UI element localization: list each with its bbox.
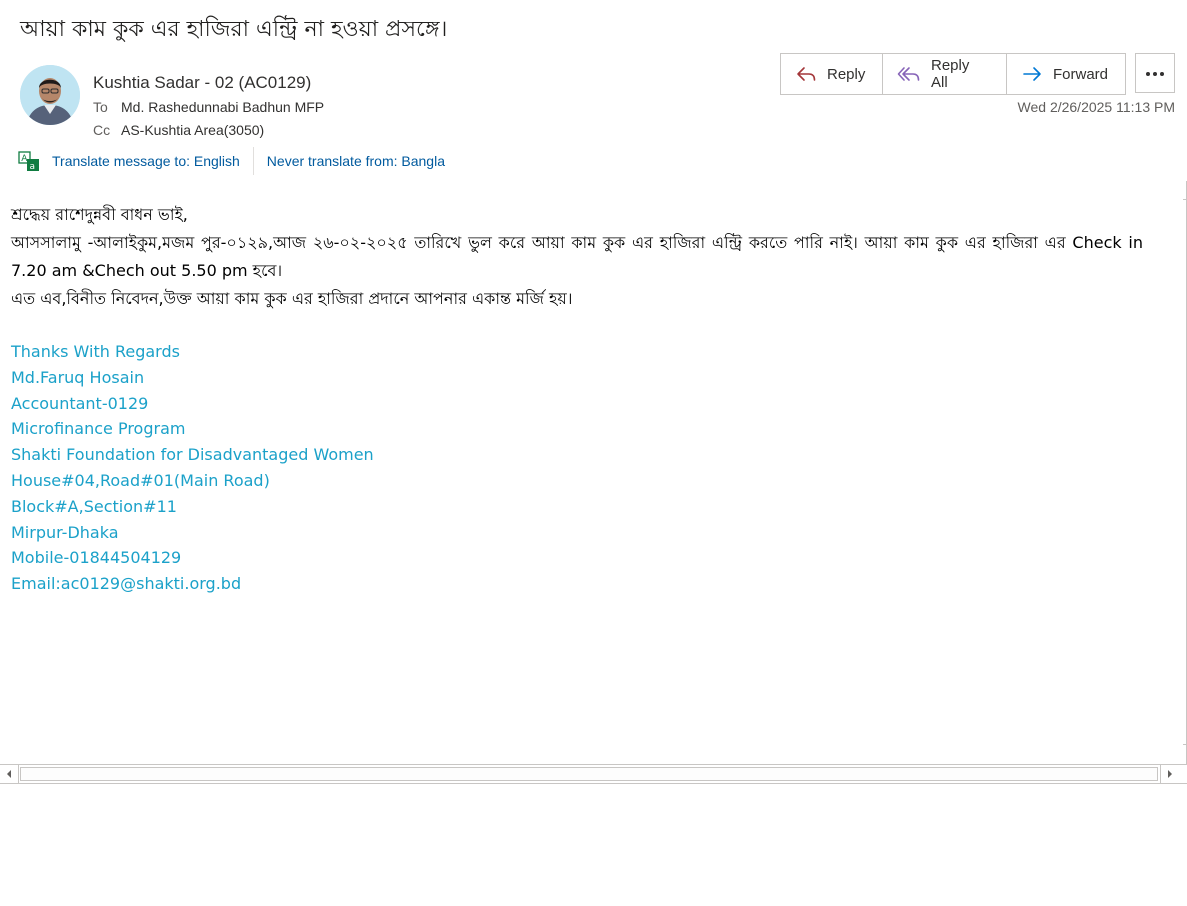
to-row: To Md. Rashedunnabi Badhun MFP [93, 99, 324, 115]
signature-line: Mobile-01844504129 [11, 548, 182, 568]
translate-divider [252, 147, 254, 175]
vertical-scrollbar-edge [1183, 744, 1187, 745]
avatar-photo [20, 65, 80, 125]
more-horizontal-icon [1145, 64, 1165, 82]
signature-line: Thanks With Regards [11, 342, 180, 361]
signature-line: Shakti Foundation for Disadvantaged Wome… [11, 445, 374, 465]
reply-all-label: Reply All [931, 57, 970, 91]
signature-line: House#04,Road#01(Main Road) [11, 470, 270, 490]
reply-arrow-icon [795, 65, 817, 83]
email-reading-pane: আয়া কাম কুক এর হাজিরা এন্ট্রি না হওয়া … [0, 0, 1187, 906]
forward-arrow-icon [1021, 65, 1043, 83]
sent-date: Wed 2/26/2025 11:13 PM [1017, 99, 1175, 115]
signature-block: Thanks With Regards Md.Faruq Hosain Acco… [11, 339, 374, 597]
reply-button[interactable]: Reply [781, 54, 883, 94]
scrollbar-thumb[interactable] [20, 767, 1158, 781]
sender-avatar[interactable] [20, 65, 80, 125]
translate-message-link[interactable]: Translate message to: English [52, 153, 240, 169]
translate-icon: A a [18, 150, 40, 172]
vertical-scrollbar-edge [1183, 199, 1187, 200]
sender-name[interactable]: Kushtia Sadar - 02 (AC0129) [93, 73, 311, 93]
to-label: To [93, 99, 108, 115]
signature-line: Accountant-0129 [11, 393, 149, 413]
message-text: শ্রদ্ধেয় রাশেদুন্নবী বাধন ভাই, আসসালামু… [11, 201, 1143, 313]
signature-line: Block#A,Section#11 [11, 496, 177, 516]
translate-bar: A a Translate message to: English Never … [18, 147, 445, 175]
signature-line: Mirpur-Dhaka [11, 522, 119, 542]
scroll-left-arrow-icon[interactable] [0, 765, 19, 783]
greeting-line: শ্রদ্ধেয় রাশেদুন্নবী বাধন ভাই, [11, 205, 188, 224]
email-subject: আয়া কাম কুক এর হাজিরা এন্ট্রি না হওয়া … [20, 17, 448, 42]
reply-all-arrow-icon [897, 65, 921, 83]
message-actions: Reply Reply All Forward [780, 53, 1126, 95]
never-translate-link[interactable]: Never translate from: Bangla [267, 153, 445, 169]
to-recipient[interactable]: Md. Rashedunnabi Badhun MFP [121, 99, 324, 115]
more-actions-button[interactable] [1135, 53, 1175, 93]
scroll-right-arrow-icon[interactable] [1160, 765, 1179, 783]
cc-row: Cc AS-Kushtia Area(3050) [93, 122, 264, 138]
body-paragraph-1: আসসালামু -আলাইকুম,মজম পুর-০১২৯,আজ ২৬-০২-… [11, 233, 1143, 280]
signature-email[interactable]: Email:ac0129@shakti.org.bd [11, 571, 374, 597]
signature-line: Microfinance Program [11, 419, 186, 439]
body-paragraph-2: এত এব,বিনীত নিবেদন,উক্ত আয়া কাম কুক এর … [11, 289, 573, 308]
forward-button[interactable]: Forward [1007, 54, 1125, 94]
message-body[interactable]: শ্রদ্ধেয় রাশেদুন্নবী বাধন ভাই, আসসালামু… [0, 181, 1187, 766]
signature-line: Md.Faruq Hosain [11, 367, 145, 387]
horizontal-scrollbar[interactable] [0, 764, 1187, 784]
cc-label: Cc [93, 122, 111, 138]
svg-text:a: a [30, 162, 36, 172]
forward-label: Forward [1053, 65, 1109, 83]
reply-all-button[interactable]: Reply All [883, 54, 1007, 94]
reply-label: Reply [827, 65, 866, 83]
cc-recipient[interactable]: AS-Kushtia Area(3050) [121, 122, 264, 138]
